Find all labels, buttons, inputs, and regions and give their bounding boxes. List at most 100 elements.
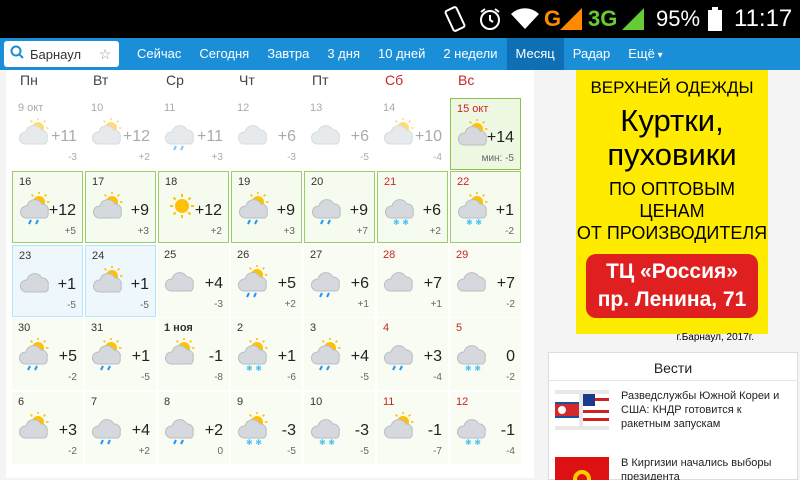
day-cell[interactable]: 26 +5 +2 — [231, 245, 302, 317]
day-cell[interactable]: 13 +6 -5 — [304, 98, 375, 170]
day-temp-min: -6 — [287, 372, 296, 383]
day-date: 29 — [456, 249, 469, 261]
advertisement-banner[interactable]: ВЕРХНЕЙ ОДЕЖДЫ Куртки, пуховики ПО ОПТОВ… — [576, 70, 768, 343]
day-cell[interactable]: 25 +4 -3 — [158, 245, 229, 317]
tab-7[interactable]: Радар — [564, 38, 620, 70]
day-date: 18 — [165, 176, 178, 188]
favorite-star-icon[interactable]: ☆ — [95, 46, 115, 63]
day-date: 10 — [91, 102, 104, 114]
news-item[interactable]: Разведслужбы Южной Кореи и США: КНДР гот… — [555, 386, 795, 432]
partly-cloudy-icon — [91, 117, 125, 148]
news-headline[interactable]: Разведслужбы Южной Кореи и США: КНДР гот… — [621, 389, 793, 431]
day-temp-min: -5 — [360, 152, 369, 163]
tab-2[interactable]: Завтра — [258, 38, 318, 70]
day-temp-max: +6 — [422, 202, 441, 219]
day-cell[interactable]: 8 +2 0 — [158, 392, 229, 464]
day-cell[interactable]: 14 +10 -4 — [377, 98, 448, 170]
day-date: 9 окт — [18, 102, 44, 114]
day-cell[interactable]: 20 +9 +7 — [304, 171, 375, 243]
day-temp-max: -1 — [500, 422, 515, 439]
day-of-week-header: Сб — [385, 72, 404, 88]
day-cell[interactable]: 19 +9 +3 — [231, 171, 302, 243]
day-cell[interactable]: 9 окт +11 -3 — [12, 98, 83, 170]
day-cell[interactable]: 10 +12 +2 — [85, 98, 156, 170]
day-date: 20 — [311, 176, 324, 188]
day-cell[interactable]: 31 +1 -5 — [85, 318, 156, 390]
day-cell[interactable]: 15 окт +14 мин: -5 — [450, 98, 521, 170]
day-temp-max: +11 — [197, 128, 223, 145]
day-cell[interactable]: 9 ✱ ✱ -3 -5 — [231, 392, 302, 464]
day-cell[interactable]: 11 -1 -7 — [377, 392, 448, 464]
day-temp-min: +2 — [138, 446, 150, 457]
cloud-rain-icon — [91, 412, 125, 445]
tab-4[interactable]: 10 дней — [369, 38, 434, 70]
day-cell[interactable]: 12 ✱ ✱ -1 -4 — [450, 392, 521, 464]
day-temp-min: -5 — [140, 300, 149, 311]
cloud-rain-icon — [383, 338, 417, 371]
day-cell[interactable]: 23 +1 -5 — [12, 245, 83, 317]
day-date: 2 — [237, 322, 244, 334]
day-temp-min: +3 — [137, 226, 149, 237]
cloud-snow-icon: ✱ ✱ — [310, 412, 344, 447]
city-search[interactable]: Барнаул ☆ — [4, 41, 119, 67]
day-date: 27 — [310, 249, 323, 261]
day-cell[interactable]: 5 ✱ ✱ 0 -2 — [450, 318, 521, 390]
cloud-snow-icon: ✱ ✱ — [456, 412, 490, 447]
day-cell[interactable]: 10 ✱ ✱ -3 -5 — [304, 392, 375, 464]
tab-0[interactable]: Сейчас — [128, 38, 190, 70]
battery-icon — [708, 0, 722, 38]
day-cell[interactable]: 24 +1 -5 — [85, 245, 156, 317]
sun-cloud-rain-icon — [310, 337, 344, 371]
day-date: 21 — [384, 176, 397, 188]
day-cell[interactable]: 6 +3 -2 — [12, 392, 83, 464]
day-temp-max: 0 — [506, 348, 515, 365]
tab-5[interactable]: 2 недели — [434, 38, 506, 70]
day-date: 25 — [164, 249, 177, 261]
day-cell[interactable]: 22 ✱ ✱ +1 -2 — [450, 171, 521, 243]
day-cell[interactable]: 2 ✱ ✱ +1 -6 — [231, 318, 302, 390]
day-of-week-header: Ср — [166, 72, 184, 88]
day-date: 12 — [237, 102, 250, 114]
day-temp-max: +6 — [350, 128, 369, 145]
day-temp-max: +4 — [350, 348, 369, 365]
day-temp-max: +14 — [486, 129, 514, 146]
search-input[interactable]: Барнаул — [30, 47, 95, 62]
ad-line-3: пуховики — [607, 137, 737, 172]
day-cell[interactable]: 3 +4 -5 — [304, 318, 375, 390]
sun-cloud-snow-icon: ✱ ✱ — [237, 337, 271, 373]
cloud-rain-icon — [310, 265, 344, 298]
day-cell[interactable]: 21 ✱ ✱ +6 +2 — [377, 171, 448, 243]
day-cell[interactable]: 4 +3 -4 — [377, 318, 448, 390]
tab-6[interactable]: Месяц — [506, 38, 564, 70]
news-item[interactable]: В Киргизии начались выборы президента — [555, 453, 795, 480]
day-temp-max: +6 — [350, 275, 369, 292]
day-cell[interactable]: 27 +6 +1 — [304, 245, 375, 317]
day-temp-max: +1 — [131, 348, 150, 365]
day-date: 23 — [19, 250, 32, 262]
tab-3[interactable]: 3 дня — [318, 38, 369, 70]
day-cell[interactable]: 1 ноя -1 -8 — [158, 318, 229, 390]
sun-cloud-icon — [383, 411, 417, 442]
day-cell[interactable]: 18 +12 +2 — [158, 171, 229, 243]
tab-8[interactable]: Ещё ▾ — [619, 38, 671, 70]
day-date: 17 — [92, 176, 105, 188]
day-cell[interactable]: 7 +4 +2 — [85, 392, 156, 464]
day-temp-max: +5 — [58, 348, 77, 365]
day-temp-max: +4 — [204, 275, 223, 292]
svg-text:✱ ✱: ✱ ✱ — [465, 438, 481, 446]
day-cell[interactable]: 11 +11 +3 — [158, 98, 229, 170]
day-cell[interactable]: 17 +9 +3 — [85, 171, 156, 243]
day-temp-max: +3 — [423, 348, 442, 365]
day-date: 8 — [164, 396, 171, 408]
tab-1[interactable]: Сегодня — [190, 38, 258, 70]
day-date: 12 — [456, 396, 469, 408]
cloud-rain-icon — [164, 118, 198, 151]
day-cell[interactable]: 30 +5 -2 — [12, 318, 83, 390]
day-temp-min: -5 — [141, 372, 150, 383]
day-temp-min: +1 — [430, 299, 442, 310]
day-cell[interactable]: 29 +7 -2 — [450, 245, 521, 317]
news-headline[interactable]: В Киргизии начались выборы президента — [621, 456, 793, 480]
day-cell[interactable]: 28 +7 +1 — [377, 245, 448, 317]
day-cell[interactable]: 12 +6 -3 — [231, 98, 302, 170]
day-cell[interactable]: 16 +12 +5 — [12, 171, 83, 243]
